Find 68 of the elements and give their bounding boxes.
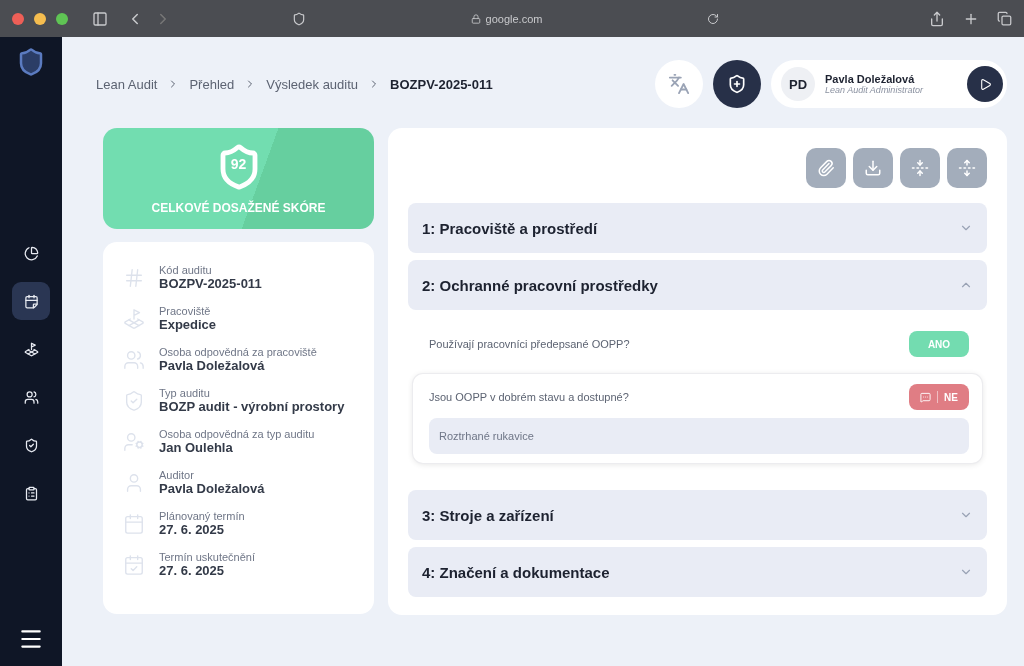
detail-label: Typ auditu: [159, 387, 211, 399]
detail-value: Pavla Doležalová: [159, 481, 265, 496]
clipboard-icon: [23, 485, 39, 501]
detail-value: 27. 6. 2025: [159, 522, 226, 537]
detail-value: BOZP audit - výrobní prostory: [159, 399, 345, 414]
detail-label: Osoba odpovědná za pracoviště: [159, 346, 317, 358]
breadcrumb-link[interactable]: Výsledek auditu: [266, 76, 359, 92]
hash-icon: [123, 266, 145, 289]
flag-icon: [123, 307, 145, 330]
zoom-dot[interactable]: [56, 12, 68, 25]
detail-label: Auditor: [159, 469, 195, 481]
detail-value: Jan Oulehla: [159, 440, 234, 455]
detail-label: Osoba odpovědná za typ auditu: [159, 428, 315, 440]
user-gear-icon: [123, 430, 145, 453]
translate-icon: [668, 73, 690, 95]
url-text[interactable]: google.com: [485, 12, 543, 25]
play-icon: [978, 77, 992, 91]
question-text: Používají pracovníci předepsané OOPP?: [429, 338, 630, 350]
score-label: CELKOVÉ DOSAŽENÉ SKÓRE: [151, 200, 326, 215]
minimize-dot[interactable]: [34, 12, 46, 25]
shield-plus-icon: [727, 74, 747, 94]
score-value: 92: [229, 155, 248, 172]
detail-value: 27. 6. 2025: [159, 563, 226, 578]
detail-label: Pracoviště: [159, 305, 212, 317]
collapse-icon: [911, 159, 929, 177]
detail-value: BOZPV-2025-011: [159, 276, 262, 291]
paperclip-icon: [817, 159, 835, 177]
user-card[interactable]: PD Pavla Doležalová Lean Audit Administrator: [771, 60, 1007, 108]
section-header[interactable]: 1: Pracoviště a prostředí: [408, 203, 987, 253]
detail-value: Pavla Doležalová: [159, 358, 266, 373]
calendar-check-icon: [123, 553, 145, 576]
reload-icon[interactable]: [707, 12, 719, 25]
tabs-icon[interactable]: [997, 11, 1012, 26]
note-field[interactable]: Roztrhané rukavice: [429, 418, 969, 454]
users-icon: [123, 348, 145, 371]
pie-chart-icon: [23, 245, 39, 261]
shield-check-icon: [123, 389, 145, 412]
user-avatar: PD: [781, 67, 815, 101]
detail-value: Expedice: [159, 317, 217, 332]
breadcrumb-link[interactable]: Přehled: [189, 76, 235, 92]
calendar-icon: [123, 512, 145, 535]
question-text: Jsou OOPP v dobrém stavu a dostupné?: [429, 391, 629, 403]
expand-icon: [958, 159, 976, 177]
calendar-icon: [23, 293, 39, 309]
users-icon: [23, 389, 39, 405]
shield-check-icon: [23, 437, 39, 453]
detail-label: Kód auditu: [159, 264, 213, 276]
flag-icon: [23, 341, 39, 357]
section-header[interactable]: 3: Stroje a zařízení: [408, 490, 987, 540]
shield-icon[interactable]: [292, 11, 306, 26]
user-role: Lean Audit Administrator: [825, 85, 925, 95]
play-button[interactable]: [967, 66, 1003, 102]
download-icon: [864, 159, 882, 177]
breadcrumb-link[interactable]: Lean Audit: [96, 76, 158, 92]
answer-button[interactable]: NE: [909, 384, 969, 410]
comment-icon: [920, 391, 932, 403]
breadcrumb-link[interactable]: BOZPV-2025-011: [390, 76, 493, 92]
shield-plus-button[interactable]: [713, 60, 761, 108]
sidebar-item[interactable]: [12, 282, 50, 320]
lock-icon: [470, 13, 481, 24]
section-header[interactable]: 2: Ochranné pracovní prostředky: [408, 260, 987, 310]
sidebar-toggle-icon[interactable]: [92, 10, 108, 27]
section-header[interactable]: 4: Značení a dokumentace: [408, 547, 987, 597]
detail-label: Plánovaný termín: [159, 510, 245, 522]
close-dot[interactable]: [12, 12, 24, 25]
detail-label: Termín uskutečnění: [159, 551, 255, 563]
share-icon[interactable]: [929, 10, 945, 27]
user-name: Pavla Doležalová: [825, 73, 916, 85]
